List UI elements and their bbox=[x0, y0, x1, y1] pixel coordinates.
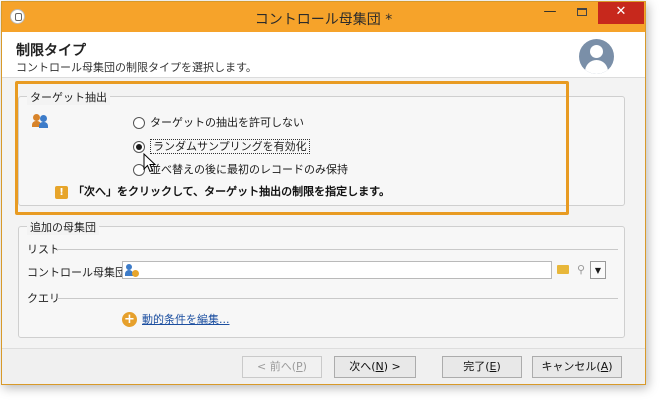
search-icon: ⚲ bbox=[576, 263, 586, 276]
edit-dynamic-condition-link[interactable]: + 動的条件を編集... bbox=[122, 311, 230, 327]
next-button-suffix: ) > bbox=[383, 360, 401, 373]
back-button[interactable]: < 前へ(P) bbox=[242, 356, 322, 378]
finish-button[interactable]: 完了(E) bbox=[442, 356, 522, 378]
target-extraction-label: ターゲット抽出 bbox=[27, 89, 110, 105]
search-button[interactable]: ⚲ bbox=[572, 261, 590, 279]
wizard-content: ターゲット抽出 ターゲットの抽出を許可しない ランダムサンプリングを有効化 並べ… bbox=[2, 79, 645, 348]
radio-random-sampling-control[interactable] bbox=[133, 141, 145, 153]
radio-no-extraction-label: ターゲットの抽出を許可しない bbox=[150, 116, 304, 129]
minimize-button[interactable]: — bbox=[534, 2, 566, 24]
cancel-button-prefix: キャンセル( bbox=[541, 360, 601, 373]
back-button-suffix: ) bbox=[302, 360, 307, 373]
next-button-key: N bbox=[375, 360, 384, 373]
plus-icon: + bbox=[122, 311, 137, 327]
user-avatar-icon bbox=[579, 39, 614, 74]
target-people-icon bbox=[32, 114, 49, 128]
title-bar: コントロール母集団 * — ✕ bbox=[2, 2, 645, 32]
list-divider bbox=[57, 249, 618, 250]
radio-keep-first-records[interactable]: 並べ替えの後に最初のレコードのみ保持 bbox=[133, 161, 348, 177]
radio-no-extraction-control[interactable] bbox=[133, 117, 145, 129]
population-icon bbox=[125, 264, 139, 277]
folder-icon bbox=[557, 265, 569, 274]
maximize-icon bbox=[577, 7, 587, 16]
radio-keep-first-records-label: 並べ替えの後に最初のレコードのみ保持 bbox=[150, 163, 348, 176]
wizard-header: 制限タイプ コントロール母集団の制限タイプを選択します。 bbox=[2, 32, 645, 78]
finish-button-prefix: 完了( bbox=[463, 360, 490, 373]
chevron-down-icon: ▼ bbox=[594, 266, 602, 275]
close-button[interactable]: ✕ bbox=[598, 2, 644, 24]
target-extraction-group: ターゲット抽出 ターゲットの抽出を許可しない ランダムサンプリングを有効化 並べ… bbox=[18, 89, 625, 206]
wizard-footer: < 前へ(P) 次へ(N) > 完了(E) キャンセル(A) bbox=[2, 348, 645, 384]
next-button-prefix: 次へ( bbox=[349, 360, 376, 373]
query-section-label: クエリ bbox=[27, 292, 60, 305]
maximize-button[interactable] bbox=[566, 2, 598, 24]
radio-random-sampling-label: ランダムサンプリングを有効化 bbox=[150, 139, 310, 154]
page-subtitle: コントロール母集団の制限タイプを選択します。 bbox=[16, 61, 257, 74]
back-button-prefix: < 前へ( bbox=[257, 360, 297, 373]
cancel-button[interactable]: キャンセル(A) bbox=[532, 356, 622, 378]
cancel-button-suffix: ) bbox=[608, 360, 613, 373]
dropdown-button[interactable]: ▼ bbox=[590, 261, 606, 279]
back-button-key: P bbox=[296, 360, 303, 373]
list-section-label: リスト bbox=[27, 243, 60, 256]
next-button[interactable]: 次へ(N) > bbox=[334, 356, 416, 378]
warning-text: 「次へ」をクリックして、ターゲット抽出の制限を指定します。 bbox=[73, 185, 391, 198]
query-divider bbox=[57, 298, 618, 299]
radio-no-extraction[interactable]: ターゲットの抽出を許可しない bbox=[133, 114, 304, 130]
edit-dynamic-condition-label: 動的条件を編集... bbox=[142, 313, 230, 326]
mouse-cursor-icon bbox=[143, 153, 157, 173]
dialog-window: コントロール母集団 * — ✕ 制限タイプ コントロール母集団の制限タイプを選択… bbox=[1, 1, 646, 385]
additional-population-group: 追加の母集団 リスト コントロール母集団: ⚲ ▼ クエリ + 動的条件を編集..… bbox=[18, 219, 625, 338]
warning-message: ! 「次へ」をクリックして、ターゲット抽出の制限を指定します。 bbox=[55, 183, 390, 199]
folder-button[interactable] bbox=[554, 261, 572, 279]
control-population-field[interactable] bbox=[122, 261, 552, 279]
page-title: 制限タイプ bbox=[16, 43, 86, 59]
additional-population-label: 追加の母集団 bbox=[27, 219, 99, 235]
finish-button-suffix: ) bbox=[496, 360, 501, 373]
radio-random-sampling[interactable]: ランダムサンプリングを有効化 bbox=[133, 138, 310, 154]
control-population-label: コントロール母集団: bbox=[27, 266, 130, 279]
warning-icon: ! bbox=[55, 185, 68, 199]
